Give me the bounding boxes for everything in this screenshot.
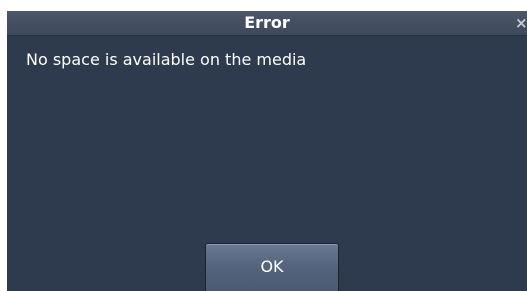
error-dialog: Error × No space is available on the med… <box>7 11 527 291</box>
ok-button[interactable]: OK <box>205 243 339 291</box>
error-message: No space is available on the media <box>26 50 307 69</box>
dialog-title: Error <box>244 13 290 32</box>
close-icon[interactable]: × <box>515 13 527 33</box>
dialog-titlebar: Error × <box>7 11 527 36</box>
